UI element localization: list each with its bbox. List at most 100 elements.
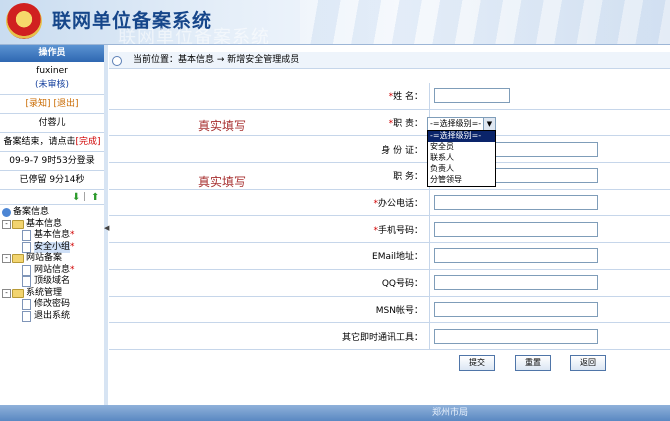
document-icon [22,230,31,242]
name-input[interactable] [434,88,510,104]
form-row-office-phone: *办公电话： [109,189,670,217]
label-text: MSN帐号： [375,305,423,316]
footer: 郑州市局 [0,405,670,421]
form-row-name: *姓 名： [109,83,670,110]
field-cell [429,189,670,217]
collapse-toggle-icon[interactable]: - [2,254,11,264]
tree-group-website[interactable]: - 网站备案 [2,253,104,265]
notice-link[interactable]: [录知] [26,99,51,109]
tree-item-exit-system[interactable]: 退出系统 [2,311,104,323]
tree-item-label: 退出系统 [34,310,71,321]
tree-item-label: 安全小组 [34,241,71,253]
collapse-up-icon[interactable]: ⬆ [91,192,99,203]
tree-controls: ⬇ | ⬆ [0,190,104,205]
dropdown-option[interactable]: 安全员 [428,142,495,153]
dropdown-option[interactable]: 联系人 [428,153,495,164]
folder-icon [12,288,24,298]
nav-tree: 备案信息 - 基本信息 基本信息 * 安全小组 * - 网站备案 网站信息 * 顶级域… [0,205,104,322]
app-header: ★ 联网单位备案系统 联网单位备案系统 [0,0,670,45]
folder-icon [12,254,24,264]
label-text: EMail地址： [372,252,423,263]
online-time: 已停留 9分14秒 [0,171,104,190]
field-cell [429,322,670,350]
field-label-id-card: 身 份 证： [109,135,430,164]
sidebar: 操作员 fuxiner (未审核) [录知] [退出] 付蓉儿 备案结束，请点击… [0,45,105,405]
tree-item-change-password[interactable]: 修改密码 [2,299,104,311]
tree-group-label: 网站备案 [26,253,63,263]
hint-text-1: 真实填写 [198,119,247,133]
location-icon [112,56,122,66]
tree-item-label: 顶级域名 [34,276,71,286]
field-label-mobile: *手机号码： [109,215,430,244]
document-icon [22,241,31,253]
app-title-watermark: 联网单位备案系统 [118,27,270,45]
dropdown-option[interactable]: 负责人 [428,164,495,175]
dropdown-option[interactable]: -=选择级别=- [428,131,495,142]
field-cell [429,242,670,270]
qq-input[interactable] [434,275,598,291]
login-time: 09-9-7 9时53分登录 [0,152,104,171]
back-button[interactable]: 返回 [570,355,606,371]
globe-icon [2,208,11,218]
tree-item-label: 修改密码 [34,299,71,309]
username: fuxiner [36,66,68,76]
field-label-other-im: 其它即时通讯工具： [109,322,430,350]
tree-item-website-info[interactable]: 网站信息 * [2,265,104,277]
tree-root[interactable]: 备案信息 [2,207,104,219]
label-text: 手机号码： [377,225,423,236]
msn-input[interactable] [434,301,598,317]
field-label-name: *姓 名： [109,83,430,110]
form-row-position: 职 务： [109,162,670,190]
tree-group-label: 系统管理 [26,287,63,298]
form-row-other-im: 其它即时通讯工具： [109,322,670,350]
required-mark: * [70,264,75,275]
tree-group-system[interactable]: - 系统管理 [2,288,104,300]
label-text: 其它即时通讯工具： [341,332,423,343]
police-emblem-icon: ★ [6,3,42,39]
collapse-toggle-icon[interactable]: - [2,288,11,298]
mobile-input[interactable] [434,221,598,237]
tree-item-basic-info[interactable]: 基本信息 * [2,230,104,242]
form-row-qq: QQ号码： [109,269,670,297]
dropdown-arrow-icon[interactable]: ▼ [483,118,495,130]
finish-text: 备案结束，请点击 [3,137,76,147]
form-row-msn: MSN帐号： [109,296,670,324]
field-label-msn: MSN帐号： [109,296,430,324]
other-im-input[interactable] [434,328,598,344]
form-row-id-card: 身 份 证： [109,135,670,164]
email-input[interactable] [434,248,598,264]
finish-link[interactable]: [完成] [75,137,100,147]
finish-row: 备案结束，请点击[完成] [0,133,104,152]
submit-button[interactable]: 提交 [459,355,495,371]
expand-down-icon[interactable]: ⬇ [72,192,80,203]
form-row-email: EMail地址： [109,242,670,270]
tree-item-label: 网站信息 [34,264,71,275]
field-label-position: 职 务： [109,162,430,190]
tree-group-basic[interactable]: - 基本信息 [2,219,104,231]
document-icon [22,310,31,322]
label-text: 身 份 证： [381,145,423,156]
document-icon [22,299,31,311]
form-row-mobile: *手机号码： [109,215,670,244]
field-label-email: EMail地址： [109,242,430,270]
field-cell [429,269,670,297]
breadcrumb: 当前位置：基本信息 → 新增安全管理成员 [109,52,670,69]
tree-item-label: 基本信息 [34,230,71,240]
field-label-office-phone: *办公电话： [109,189,430,217]
label-text: QQ号码： [381,279,423,290]
collapse-toggle-icon[interactable]: - [2,219,11,229]
tree-item-security-group[interactable]: 安全小组 * [2,241,104,253]
logout-link[interactable]: [退出] [53,99,78,109]
office-phone-input[interactable] [434,195,598,211]
tree-item-top-domain[interactable]: 顶级域名 [2,276,104,288]
duty-dropdown-list: -=选择级别=- 安全员 联系人 负责人 分管领导 [427,130,496,187]
dropdown-option[interactable]: 分管领导 [428,175,495,186]
field-label-qq: QQ号码： [109,269,430,297]
reset-button[interactable]: 重置 [515,355,551,371]
field-cell [429,296,670,324]
required-mark: * [70,230,75,240]
hint-text-2: 真实填写 [198,175,247,189]
footer-text: 郑州市局 [432,408,469,418]
duty-select[interactable]: -=选择级别=- ▼ [427,117,496,131]
field-label-duty: *职 责： [109,109,430,137]
